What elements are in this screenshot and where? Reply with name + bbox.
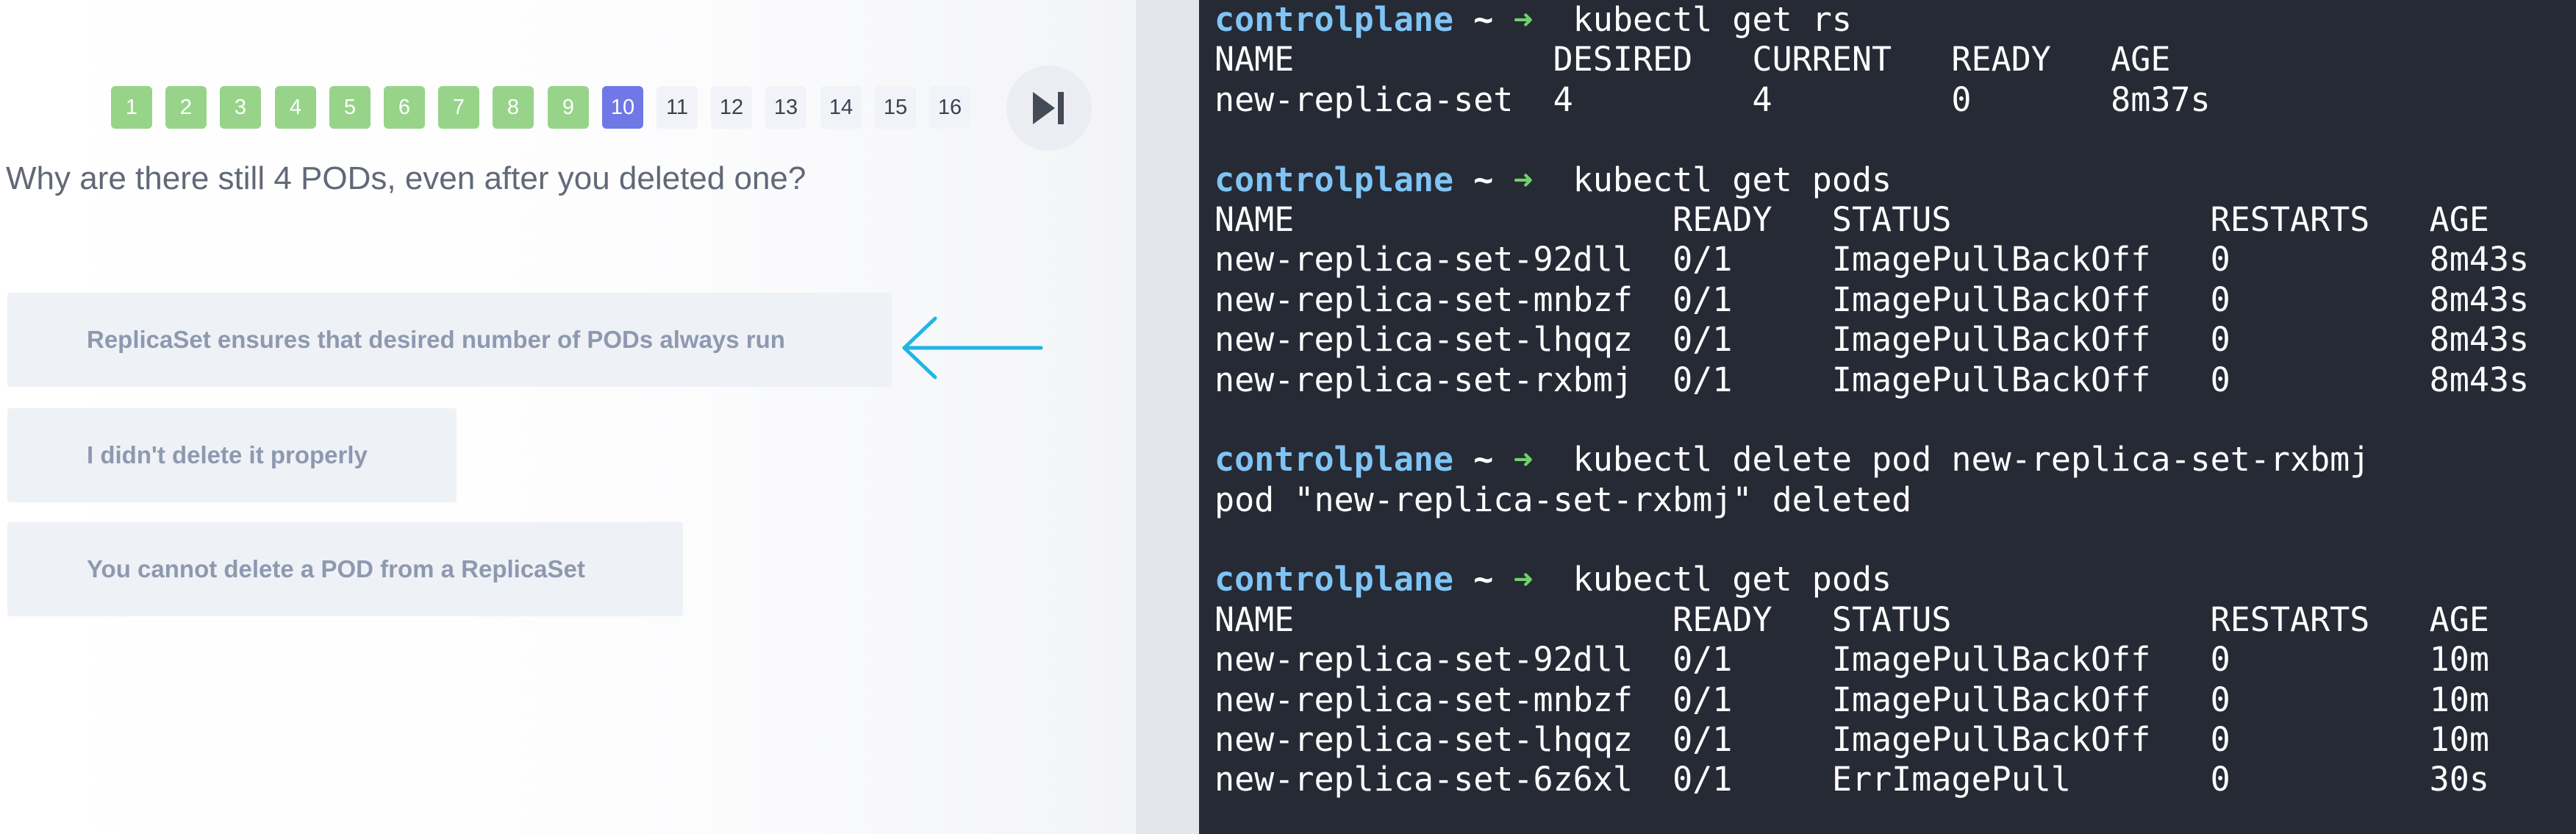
skip-to-end-button[interactable] [1006,65,1092,151]
terminal-output-line: new-replica-set-lhqqz 0/1 ImagePullBackO… [1214,320,2530,360]
question-text: Why are there still 4 PODs, even after y… [6,160,806,196]
prompt-arrow-icon: ➜ [1513,160,1534,199]
answer-option-label: ReplicaSet ensures that desired number o… [87,326,785,353]
terminal-command-line: controlplane ~ ➜ kubectl delete pod new-… [1214,440,2529,480]
question-number-1[interactable]: 1 [111,86,152,129]
terminal-panel[interactable]: controlplane ~ ➜ kubectl get rs NAME DESI… [1199,0,2576,834]
prompt-arrow-icon: ➜ [1513,0,1534,39]
answer-option-1[interactable]: ReplicaSet ensures that desired number o… [7,293,892,387]
question-number-2[interactable]: 2 [165,86,207,129]
prompt-arrow-icon: ➜ [1513,560,1534,599]
question-number-11[interactable]: 11 [656,86,698,129]
quiz-panel: 1 2 3 4 5 6 7 8 9 10 11 12 13 14 15 16 Why are there st… [0,0,1136,834]
terminal-output-line: pod "new-replica-set-rxbmj" deleted [1214,480,1912,519]
question-number-6[interactable]: 6 [384,86,425,129]
question-number-7[interactable]: 7 [438,86,479,129]
answer-option-2[interactable]: I didn't delete it properly [7,408,457,502]
terminal-command: kubectl get pods [1573,560,1892,599]
panel-divider [1136,0,1199,834]
terminal-command: kubectl get pods [1573,160,1892,199]
prompt-arrow-icon: ➜ [1513,440,1534,480]
terminal-command: kubectl delete pod new-replica-set-rxbmj [1573,440,2370,480]
question-number-4[interactable]: 4 [275,86,316,129]
terminal-output-line: new-replica-set-mnbzf 0/1 ImagePullBackO… [1214,279,2530,319]
prompt-directory: ~ [1473,440,1494,480]
answer-option-label: You cannot delete a POD from a ReplicaSe… [87,555,585,582]
answer-option-3[interactable]: You cannot delete a POD from a ReplicaSe… [7,522,683,616]
question-number-10[interactable]: 10 [602,86,643,129]
prompt-directory: ~ [1473,160,1494,199]
arrow-left-icon [902,316,1043,379]
terminal-output-line: new-replica-set-lhqqz 0/1 ImagePullBackO… [1214,720,2489,760]
question-number-8[interactable]: 8 [493,86,534,129]
terminal-output-line: new-replica-set-6z6xl 0/1 ErrImagePull 0… [1214,760,2489,799]
terminal-command-line: controlplane ~ ➜ kubectl get pods [1214,560,2529,599]
answer-option-label: I didn't delete it properly [87,441,368,468]
terminal-output-line: NAME READY STATUS RESTARTS AGE [1214,199,2489,239]
prompt-directory: ~ [1473,0,1494,39]
question-number-5[interactable]: 5 [329,86,371,129]
terminal-command-line: controlplane ~ ➜ kubectl get rs [1214,0,2529,40]
terminal-command: kubectl get rs [1573,0,1852,39]
prompt-user: controlplane [1214,560,1454,599]
question-number-12[interactable]: 12 [711,86,752,129]
skip-to-end-icon [1033,92,1064,124]
prompt-directory: ~ [1473,560,1494,599]
question-number-14[interactable]: 14 [820,86,862,129]
terminal-output-line: NAME READY STATUS RESTARTS AGE [1214,599,2489,639]
terminal-output-line: new-replica-set-rxbmj 0/1 ImagePullBackO… [1214,360,2530,399]
terminal-output: controlplane ~ ➜ kubectl get rs NAME DESI… [1214,0,2529,800]
terminal-output-line: new-replica-set-92dll 0/1 ImagePullBackO… [1214,240,2530,279]
terminal-output-line: new-replica-set-92dll 0/1 ImagePullBackO… [1214,640,2489,680]
question-number-3[interactable]: 3 [220,86,261,129]
question-number-15[interactable]: 15 [875,86,916,129]
terminal-output-line: NAME DESIRED CURRENT READY AGE [1214,40,2171,79]
terminal-output-line: new-replica-set-mnbzf 0/1 ImagePullBackO… [1214,680,2489,719]
terminal-command-line: controlplane ~ ➜ kubectl get pods [1214,160,2529,200]
prompt-user: controlplane [1214,0,1454,39]
prompt-user: controlplane [1214,160,1454,199]
prompt-user: controlplane [1214,440,1454,480]
question-number-13[interactable]: 13 [765,86,806,129]
question-number-9[interactable]: 9 [548,86,589,129]
question-number-16[interactable]: 16 [929,86,970,129]
terminal-output-line: new-replica-set 4 4 0 8m37s [1214,79,2211,119]
